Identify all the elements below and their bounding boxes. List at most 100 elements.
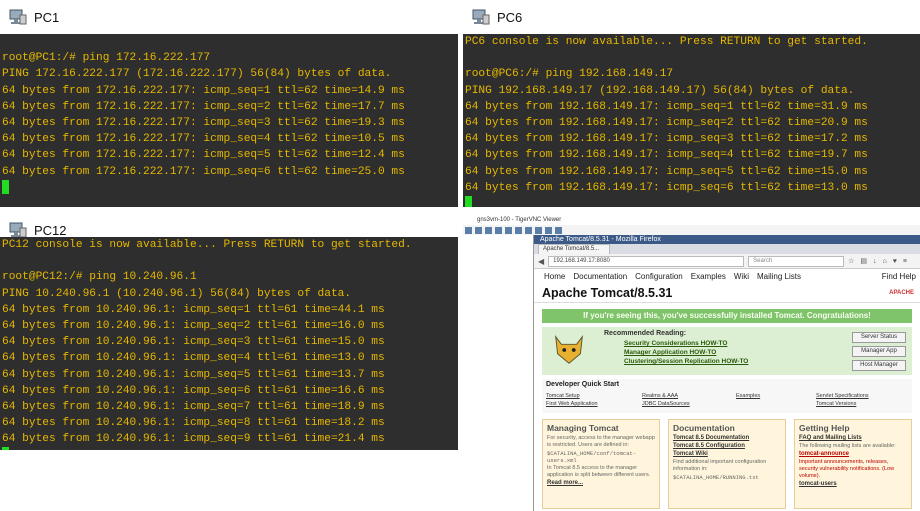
url-input[interactable]: 192.168.149.17:8080 [548, 255, 745, 267]
tomcat-users-link[interactable]: tomcat-users [799, 481, 907, 488]
toolbar-icon[interactable] [525, 226, 532, 234]
vnc-title: gns3vm-100 - TigerVNC Viewer [463, 214, 920, 225]
toolbar-icon[interactable] [465, 226, 472, 234]
nav-configuration[interactable]: Configuration [635, 272, 683, 281]
nav-mailing-lists[interactable]: Mailing Lists [757, 272, 801, 281]
managing-code: $CATALINA_HOME/conf/tomcat-users.xml [547, 450, 637, 464]
pc6-terminal[interactable]: PC6 console is now available... Press RE… [463, 34, 920, 207]
servlet-spec-link[interactable]: Servlet Specifications [816, 393, 869, 399]
wiki-link[interactable]: Tomcat Wiki [673, 451, 781, 458]
pc6-console-window: PC6 PC6 console is now available... Pres… [463, 0, 920, 207]
pc-icon [8, 7, 28, 27]
security-howto-link[interactable]: Security Considerations HOW-TO [624, 340, 727, 347]
tomcat-announce-link[interactable]: tomcat-announce [799, 451, 907, 458]
firefox-title: Apache Tomcat/8.5.31 - Mozilla Firefox [534, 235, 920, 244]
managing-tomcat-box: Managing Tomcat For security, access to … [542, 419, 660, 509]
nav-examples[interactable]: Examples [691, 272, 726, 281]
terminal-line: 64 bytes from 172.16.222.177: icmp_seq=6… [2, 165, 405, 178]
toolbar-icon[interactable] [485, 226, 492, 234]
pc-icon [471, 7, 491, 27]
managing-text2: In Tomcat 8.5 access to the manager appl… [547, 465, 651, 478]
toolbar-icon[interactable] [545, 226, 552, 234]
documentation-code: $CATALINA_HOME/RUNNING.txt [673, 474, 759, 481]
terminal-line: 64 bytes from 172.16.222.177: icmp_seq=4… [2, 133, 405, 146]
terminal-line: 64 bytes from 192.168.149.17: icmp_seq=3… [465, 133, 868, 146]
quick-start-title: Developer Quick Start [546, 381, 620, 388]
pc1-console-window: PC1 root@PC1:/# ping 172.16.222.177 PING … [0, 0, 458, 207]
firefox-window: Apache Tomcat/8.5.31 - Mozilla Firefox A… [533, 235, 920, 511]
toolbar-icon[interactable] [475, 226, 482, 234]
firefox-urlbar: ◀ 192.168.149.17:8080 Search ☆▤↓⌂♥≡ [534, 254, 920, 269]
terminal-line: root@PC12:/# ping 10.240.96.1 [2, 271, 197, 284]
search-input[interactable]: Search [748, 255, 845, 267]
terminal-line: 64 bytes from 172.16.222.177: icmp_seq=5… [2, 149, 405, 162]
terminal-line: 64 bytes from 10.240.96.1: icmp_seq=3 tt… [2, 336, 385, 349]
terminal-line: 64 bytes from 172.16.222.177: icmp_seq=2… [2, 100, 405, 113]
toolbar-icon[interactable] [555, 226, 562, 234]
examples-link[interactable]: Examples [736, 393, 760, 399]
terminal-line: 64 bytes from 192.168.149.17: icmp_seq=4… [465, 149, 868, 162]
toolbar-icon[interactable] [495, 226, 502, 234]
pc12-title: PC12 [34, 222, 67, 238]
terminal-line: PING 192.168.149.17 (192.168.149.17) 56(… [465, 84, 855, 97]
host-manager-button[interactable]: Host Manager [852, 360, 906, 371]
pc1-title: PC1 [34, 9, 60, 25]
browser-tab[interactable]: Apache Tomcat/8.5... [538, 244, 611, 254]
apache-logo: APACHE [889, 290, 914, 296]
realms-link[interactable]: Realms & AAA [642, 393, 678, 399]
back-icon[interactable]: ◀ [538, 257, 544, 266]
terminal-cursor [2, 447, 9, 450]
managing-text: For security, access to the manager weba… [547, 435, 655, 448]
documentation-title: Documentation [673, 423, 735, 433]
nav-find-help[interactable]: Find Help [882, 272, 920, 281]
info-boxes: Managing Tomcat For security, access to … [542, 419, 912, 509]
browser-toolbar-icons[interactable]: ☆▤↓⌂♥≡ [848, 257, 913, 265]
terminal-line: 64 bytes from 192.168.149.17: icmp_seq=6… [465, 181, 868, 194]
nav-wiki[interactable]: Wiki [734, 272, 749, 281]
config-link[interactable]: Tomcat 8.5 Configuration [673, 443, 781, 450]
tomcat-setup-link[interactable]: Tomcat Setup [546, 393, 580, 399]
help-title: Getting Help [799, 423, 850, 433]
nav-home[interactable]: Home [544, 272, 565, 281]
toolbar-icon[interactable] [515, 226, 522, 234]
terminal-line: root@PC1:/# ping 172.16.222.177 [2, 52, 211, 65]
terminal-line: root@PC6:/# ping 192.168.149.17 [465, 68, 674, 81]
tomcat-page: Home Documentation Configuration Example… [534, 269, 920, 511]
pc1-terminal[interactable]: root@PC1:/# ping 172.16.222.177 PING 172.… [0, 34, 458, 207]
terminal-line: PC12 console is now available... Press R… [2, 239, 412, 251]
vnc-desktop-area [463, 235, 533, 511]
manager-app-button[interactable]: Manager App [852, 346, 906, 357]
jdbc-link[interactable]: JDBC DataSources [642, 401, 690, 407]
congrats-banner: If you're seeing this, you've successful… [542, 309, 912, 323]
terminal-line: 64 bytes from 192.168.149.17: icmp_seq=1… [465, 100, 868, 113]
clustering-howto-link[interactable]: Clustering/Session Replication HOW-TO [624, 358, 748, 365]
terminal-line: 64 bytes from 10.240.96.1: icmp_seq=6 tt… [2, 384, 385, 397]
faq-link[interactable]: FAQ and Mailing Lists [799, 435, 907, 442]
toolbar-icon[interactable] [505, 226, 512, 234]
terminal-line: 64 bytes from 172.16.222.177: icmp_seq=3… [2, 116, 405, 129]
terminal-line: 64 bytes from 10.240.96.1: icmp_seq=1 tt… [2, 303, 385, 316]
manager-howto-link[interactable]: Manager Application HOW-TO [624, 349, 716, 356]
pc12-console-window: PC12 PC12 console is now available... Pr… [0, 213, 458, 450]
docs-link[interactable]: Tomcat 8.5 Documentation [673, 435, 781, 442]
toolbar-icon[interactable] [535, 226, 542, 234]
server-status-button[interactable]: Server Status [852, 332, 906, 343]
terminal-line: 64 bytes from 10.240.96.1: icmp_seq=7 tt… [2, 400, 385, 413]
vnc-toolbar [463, 225, 920, 235]
vnc-viewer-window: gns3vm-100 - TigerVNC Viewer Apache Tomc… [463, 214, 920, 511]
pc12-terminal[interactable]: PC12 console is now available... Press R… [0, 237, 458, 450]
pc1-titlebar: PC1 [0, 0, 458, 34]
tomcat-versions-link[interactable]: Tomcat Versions [816, 401, 856, 407]
read-more-link[interactable]: Read more... [547, 480, 655, 487]
nav-documentation[interactable]: Documentation [573, 272, 627, 281]
recommended-title: Recommended Reading: [604, 330, 687, 337]
cursor-line [2, 447, 458, 450]
terminal-line: PING 172.16.222.177 (172.16.222.177) 56(… [2, 68, 392, 81]
tomcat-logo-icon [555, 335, 583, 364]
terminal-line: 64 bytes from 192.168.149.17: icmp_seq=2… [465, 116, 868, 129]
first-webapp-link[interactable]: First Web Application [546, 401, 598, 407]
terminal-line: PING 10.240.96.1 (10.240.96.1) 56(84) by… [2, 287, 352, 300]
